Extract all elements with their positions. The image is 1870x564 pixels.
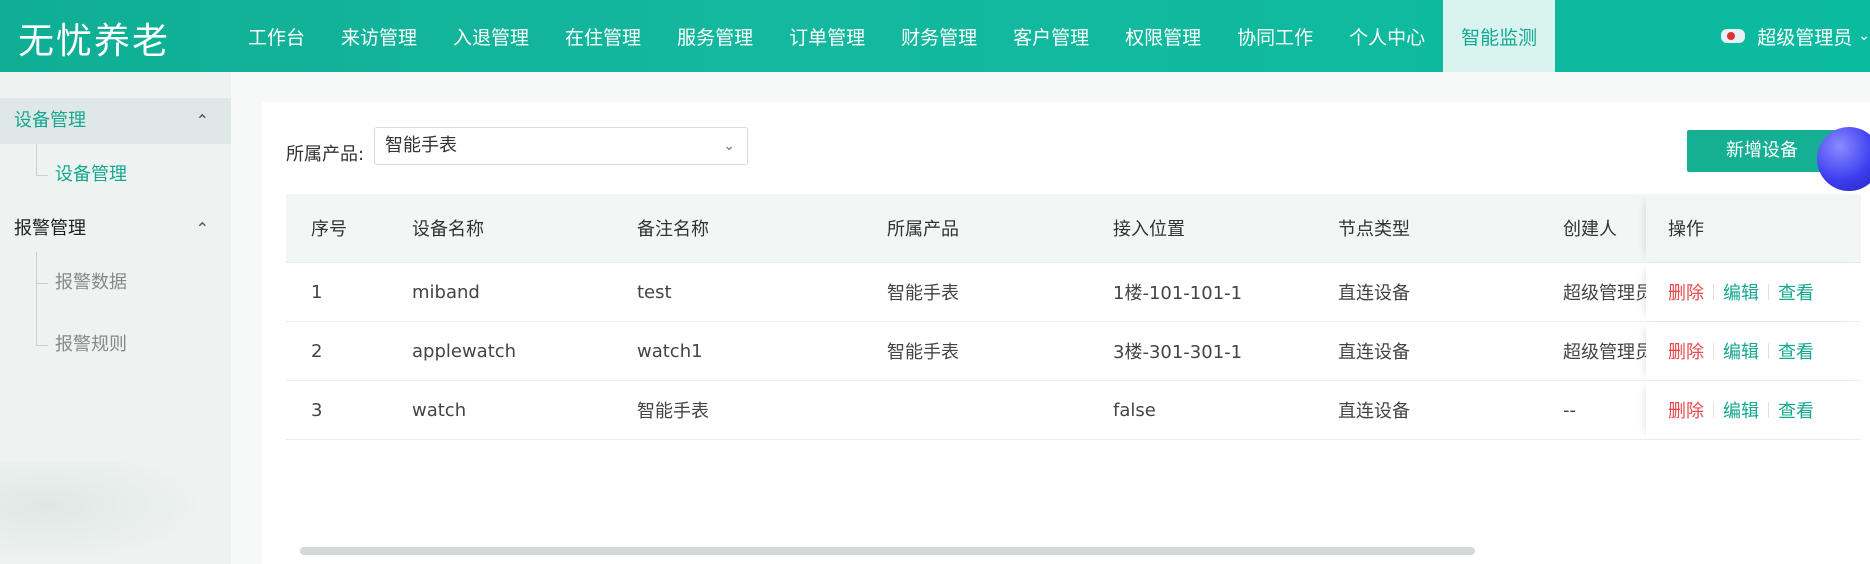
divider: [1713, 402, 1714, 418]
table-row: 1 miband test 智能手表 1楼-101-101-1 直连设备 超级管…: [286, 263, 1861, 322]
content-card: 所属产品: 智能手表 ⌄ 新增设备 序号 设备名称 备注名称 所属产品 接入位置…: [262, 102, 1870, 564]
table-cell: applewatch: [412, 340, 517, 362]
tree-line: [36, 314, 37, 345]
nav-item-customers[interactable]: 客户管理: [995, 0, 1107, 72]
nav-item-residents[interactable]: 在住管理: [547, 0, 659, 72]
table-cell: 直连设备: [1338, 342, 1410, 363]
sidebar-item-device-management[interactable]: 设备管理: [0, 144, 231, 206]
sidebar: 设备管理 ⌃ 设备管理 报警管理 ⌃ 报警数据 报警规则: [0, 72, 231, 564]
table-cell: 3: [311, 399, 323, 421]
delete-link[interactable]: 删除: [1668, 338, 1704, 364]
sidebar-item-alarm-data[interactable]: 报警数据: [0, 252, 231, 314]
table-row: 3 watch 智能手表 false 直连设备 -- 删除 编辑 查看: [286, 381, 1861, 440]
edit-link[interactable]: 编辑: [1723, 338, 1759, 364]
table-cell: 3楼-301-301-1: [1113, 342, 1243, 363]
nav-item-finance[interactable]: 财务管理: [883, 0, 995, 72]
table-cell: 2: [311, 340, 323, 362]
sidebar-group-device-management[interactable]: 设备管理 ⌃: [0, 98, 231, 144]
table-cell: false: [1113, 399, 1156, 421]
nav-item-smart-monitoring[interactable]: 智能监测: [1443, 0, 1556, 72]
table-cell: 1: [311, 281, 323, 303]
avatar: [1721, 29, 1746, 43]
product-select-value: 智能手表: [385, 135, 457, 156]
sidebar-item-label: 报警规则: [55, 334, 127, 355]
table-cell: 直连设备: [1338, 283, 1410, 304]
table-row: 2 applewatch watch1 智能手表 3楼-301-301-1 直连…: [286, 322, 1861, 381]
column-header: 节点类型: [1338, 219, 1410, 240]
table-header: 序号 设备名称 备注名称 所属产品 接入位置 节点类型 创建人 操作: [286, 194, 1861, 263]
table-cell: 1楼-101-101-1: [1113, 283, 1243, 304]
chevron-up-icon: ⌃: [195, 219, 209, 238]
divider: [1768, 284, 1769, 300]
table-cell: 智能手表: [887, 342, 959, 363]
nav-item-services[interactable]: 服务管理: [659, 0, 771, 72]
edit-link[interactable]: 编辑: [1723, 397, 1759, 423]
view-link[interactable]: 查看: [1778, 397, 1814, 423]
device-table: 序号 设备名称 备注名称 所属产品 接入位置 节点类型 创建人 操作 1 mib…: [286, 194, 1861, 440]
table-cell: watch1: [637, 340, 703, 362]
divider: [1713, 284, 1714, 300]
table-cell: 智能手表: [637, 401, 709, 422]
nav-item-collaboration[interactable]: 协同工作: [1219, 0, 1331, 72]
floating-assistant-ball[interactable]: [1817, 127, 1870, 191]
table-cell: 智能手表: [887, 283, 959, 304]
nav-item-orders[interactable]: 订单管理: [771, 0, 883, 72]
add-device-button[interactable]: 新增设备: [1687, 130, 1837, 172]
tree-tick: [36, 175, 48, 176]
divider: [1768, 343, 1769, 359]
nav-item-visits[interactable]: 来访管理: [323, 0, 435, 72]
product-select[interactable]: 智能手表 ⌄: [374, 127, 748, 165]
table-cell: 超级管理员: [1563, 283, 1646, 304]
row-actions: 删除 编辑 查看: [1646, 263, 1861, 321]
edit-link[interactable]: 编辑: [1723, 279, 1759, 305]
chevron-down-icon: ⌄: [723, 138, 735, 154]
column-header: 序号: [311, 219, 347, 240]
nav-item-admissions[interactable]: 入退管理: [435, 0, 547, 72]
sidebar-item-alarm-rules[interactable]: 报警规则: [0, 314, 231, 376]
main-nav: 工作台 来访管理 入退管理 在住管理 服务管理 订单管理 财务管理 客户管理 权…: [230, 0, 1556, 72]
divider: [1768, 402, 1769, 418]
tree-tick: [36, 283, 48, 284]
column-header: 备注名称: [637, 219, 709, 240]
column-header: 创建人: [1563, 219, 1617, 240]
chevron-down-icon: ⌄: [1858, 28, 1870, 44]
column-header: 接入位置: [1113, 219, 1185, 240]
user-menu[interactable]: 超级管理员 ⌄: [1721, 0, 1870, 72]
view-link[interactable]: 查看: [1778, 279, 1814, 305]
sidebar-decoration: [0, 462, 231, 564]
app-logo: 无忧养老: [18, 21, 171, 62]
sidebar-group-label: 设备管理: [14, 110, 86, 131]
product-filter-label: 所属产品:: [286, 144, 365, 165]
chevron-up-icon: ⌃: [195, 111, 209, 130]
sidebar-group-label: 报警管理: [14, 218, 86, 239]
nav-item-personal-center[interactable]: 个人中心: [1331, 0, 1443, 72]
row-actions: 删除 编辑 查看: [1646, 322, 1861, 380]
table-cell: 直连设备: [1338, 401, 1410, 422]
table-cell: watch: [412, 399, 467, 421]
table-cell: test: [637, 281, 672, 303]
sidebar-item-label: 报警数据: [55, 272, 127, 293]
column-header: 操作: [1646, 194, 1861, 262]
sidebar-item-label: 设备管理: [55, 164, 127, 185]
column-header: 所属产品: [887, 219, 959, 240]
horizontal-scrollbar-thumb[interactable]: [300, 547, 1475, 555]
tree-line: [36, 144, 37, 175]
nav-item-workbench[interactable]: 工作台: [230, 0, 323, 72]
tree-tick: [36, 345, 48, 346]
sidebar-group-alarm-management[interactable]: 报警管理 ⌃: [0, 206, 231, 252]
divider: [1713, 343, 1714, 359]
nav-item-permissions[interactable]: 权限管理: [1107, 0, 1219, 72]
delete-link[interactable]: 删除: [1668, 279, 1704, 305]
column-header: 设备名称: [412, 219, 484, 240]
table-cell: miband: [412, 281, 480, 303]
top-header: 无忧养老 工作台 来访管理 入退管理 在住管理 服务管理 订单管理 财务管理 客…: [0, 0, 1870, 72]
delete-link[interactable]: 删除: [1668, 397, 1704, 423]
view-link[interactable]: 查看: [1778, 338, 1814, 364]
table-cell: 超级管理员: [1563, 342, 1646, 363]
row-actions: 删除 编辑 查看: [1646, 381, 1861, 439]
table-cell: --: [1563, 399, 1576, 421]
user-name: 超级管理员: [1757, 26, 1853, 49]
